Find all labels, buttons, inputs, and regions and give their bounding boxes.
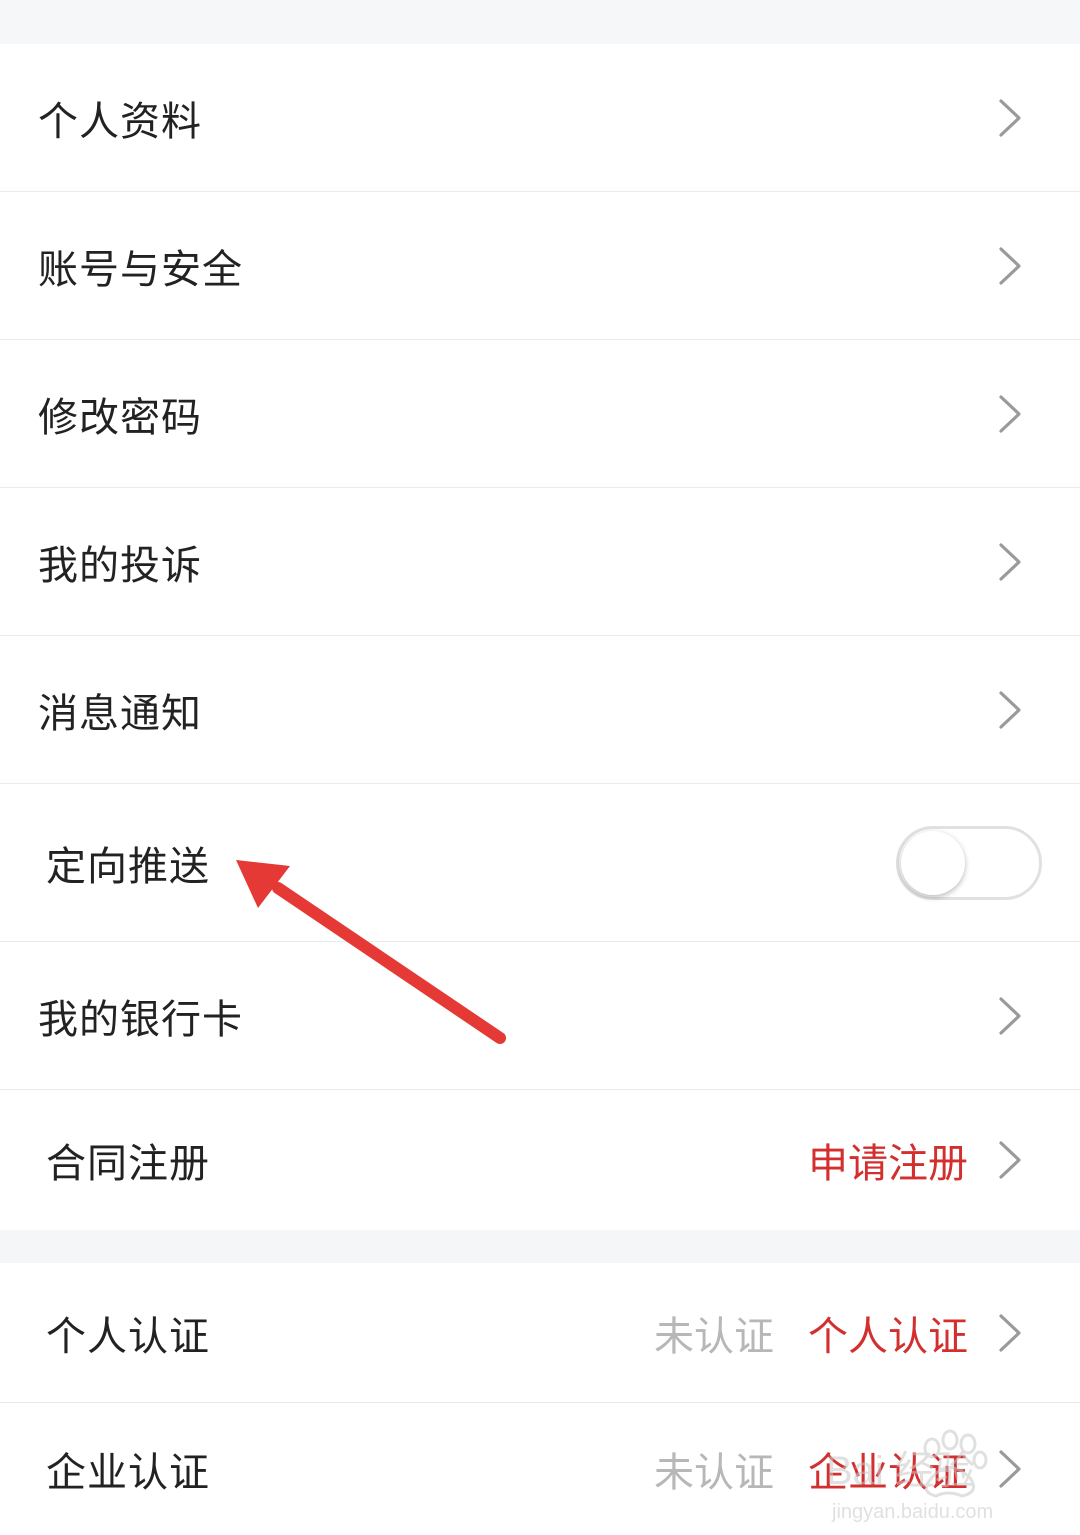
settings-row-label: 我的投诉 — [38, 542, 202, 589]
settings-row-label: 合同注册 — [46, 1141, 210, 1187]
settings-row-contract-registration[interactable]: 合同注册 申请注册 — [0, 1090, 1080, 1230]
cert-status: 未认证 — [654, 1450, 774, 1496]
chevron-right-icon — [999, 98, 1021, 137]
chevron-right-icon — [999, 1313, 1021, 1352]
settings-row-profile[interactable]: 个人资料 — [0, 44, 1080, 192]
watermark-url: jingyan.baidu.com — [831, 1501, 993, 1523]
cert-row-label: 个人认证 — [46, 1313, 210, 1360]
personal-certify-link[interactable]: 个人认证 — [808, 1304, 968, 1362]
settings-row-label: 我的银行卡 — [38, 996, 243, 1043]
settings-row-account-security[interactable]: 账号与安全 — [0, 192, 1080, 340]
cert-status: 未认证 — [654, 1313, 774, 1360]
chevron-right-icon — [999, 996, 1021, 1035]
settings-row-targeted-push: 定向推送 — [0, 784, 1080, 942]
chevron-right-icon — [999, 246, 1021, 285]
top-spacer — [0, 0, 1080, 44]
cert-row-personal[interactable]: 个人认证 未认证 个人认证 — [0, 1263, 1080, 1403]
targeted-push-toggle[interactable] — [896, 825, 1042, 900]
settings-row-label: 消息通知 — [38, 690, 202, 737]
toggle-knob — [901, 830, 965, 895]
chevron-right-icon — [999, 690, 1021, 729]
settings-row-change-password[interactable]: 修改密码 — [0, 340, 1080, 488]
chevron-right-icon — [999, 1141, 1021, 1179]
settings-row-label: 账号与安全 — [38, 246, 243, 293]
settings-row-bank-cards[interactable]: 我的银行卡 — [0, 942, 1080, 1090]
settings-row-complaints[interactable]: 我的投诉 — [0, 488, 1080, 636]
cert-row-label: 企业认证 — [46, 1450, 210, 1496]
chevron-right-icon — [999, 542, 1021, 581]
watermark-brand: Bai 经验 — [826, 1449, 975, 1493]
settings-row-label: 定向推送 — [46, 843, 210, 890]
settings-row-notifications[interactable]: 消息通知 — [0, 636, 1080, 784]
baidu-watermark-logo: Bai 经验 jingyan.baidu.com — [826, 1429, 993, 1523]
apply-registration-link[interactable]: 申请注册 — [808, 1131, 968, 1189]
chevron-right-icon — [999, 394, 1021, 433]
settings-row-label: 修改密码 — [38, 394, 202, 441]
settings-group: 个人资料 账号与安全 修改密码 我的投诉 消息通知 定向推送 我的银行卡 合同注… — [0, 44, 1080, 1230]
settings-row-label: 个人资料 — [38, 98, 202, 145]
